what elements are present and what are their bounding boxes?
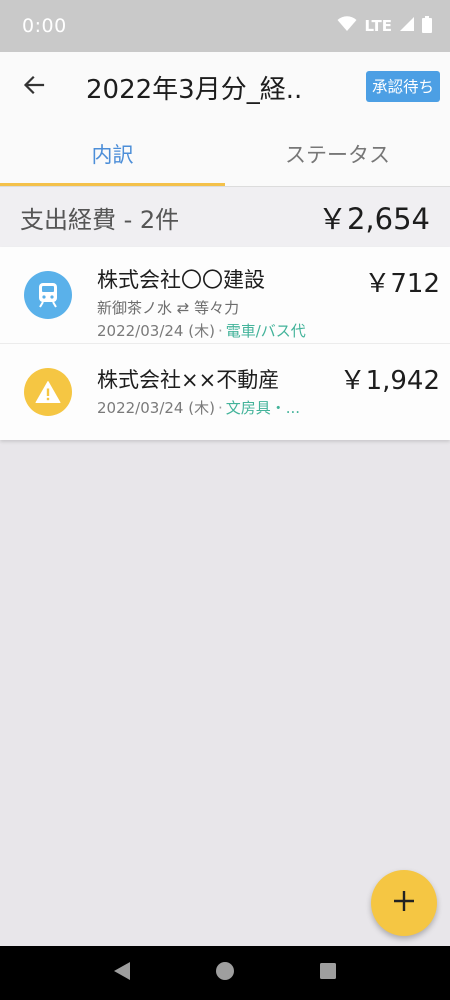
item-amount: ￥712 — [364, 269, 440, 299]
wifi-icon — [337, 16, 357, 36]
page-title: 2022年3月分_経.. — [86, 74, 303, 105]
item-amount: ￥1,942 — [339, 366, 440, 396]
back-button[interactable] — [0, 52, 68, 122]
list-item[interactable]: 株式会社〇〇建設 新御茶ノ水 ⇄ 等々力 2022/03/24 (木) · 電車/バ… — [0, 247, 450, 343]
item-meta: 2022/03/24 (木) · 電車/バス代 — [97, 320, 306, 341]
tab-bar: 内訳 ステータス — [0, 122, 450, 186]
status-bar: 0:00 LTE — [0, 0, 450, 52]
company-name: 株式会社〇〇建設 — [97, 268, 265, 292]
nav-recents-button[interactable] — [308, 953, 348, 993]
item-category: 文房具・... — [225, 399, 301, 417]
status-time: 0:00 — [22, 15, 67, 37]
tab-breakdown[interactable]: 内訳 — [0, 122, 225, 186]
app-bar: 2022年3月分_経.. 承認待ち — [0, 52, 450, 122]
circle-home-icon — [215, 961, 235, 985]
list-item[interactable]: 株式会社××不動産 2022/03/24 (木) · 文房具・... ￥1,942 — [0, 343, 450, 439]
summary-label: 支出経費 - 2件 — [20, 205, 180, 234]
expense-list: 株式会社〇〇建設 新御茶ノ水 ⇄ 等々力 2022/03/24 (木) · 電車/バ… — [0, 247, 450, 440]
add-expense-button[interactable] — [371, 870, 437, 936]
status-icons: LTE — [337, 15, 432, 37]
item-meta: 2022/03/24 (木) · 文房具・... — [97, 397, 300, 418]
system-nav-bar — [0, 946, 450, 1000]
network-type: LTE — [364, 17, 392, 35]
summary-total: ￥2,654 — [317, 202, 430, 236]
nav-home-button[interactable] — [205, 953, 245, 993]
triangle-back-icon — [113, 961, 131, 985]
square-recents-icon — [319, 962, 337, 984]
item-date: 2022/03/24 (木) — [97, 399, 215, 417]
item-date: 2022/03/24 (木) — [97, 322, 215, 340]
plus-icon — [392, 889, 416, 917]
status-badge: 承認待ち — [365, 71, 440, 102]
battery-icon — [422, 15, 432, 37]
item-category: 電車/バス代 — [225, 322, 306, 340]
expense-summary: 支出経費 - 2件 ￥2,654 — [0, 187, 450, 247]
meta-separator: · — [217, 399, 223, 417]
cell-signal-icon — [399, 16, 415, 36]
nav-back-button[interactable] — [102, 953, 142, 993]
route: 新御茶ノ水 ⇄ 等々力 — [97, 299, 240, 317]
train-icon — [24, 271, 72, 319]
tab-status[interactable]: ステータス — [225, 122, 450, 186]
company-name: 株式会社××不動産 — [97, 368, 280, 392]
meta-separator: · — [217, 322, 223, 340]
arrow-left-icon — [22, 73, 46, 101]
warning-icon — [24, 368, 72, 416]
